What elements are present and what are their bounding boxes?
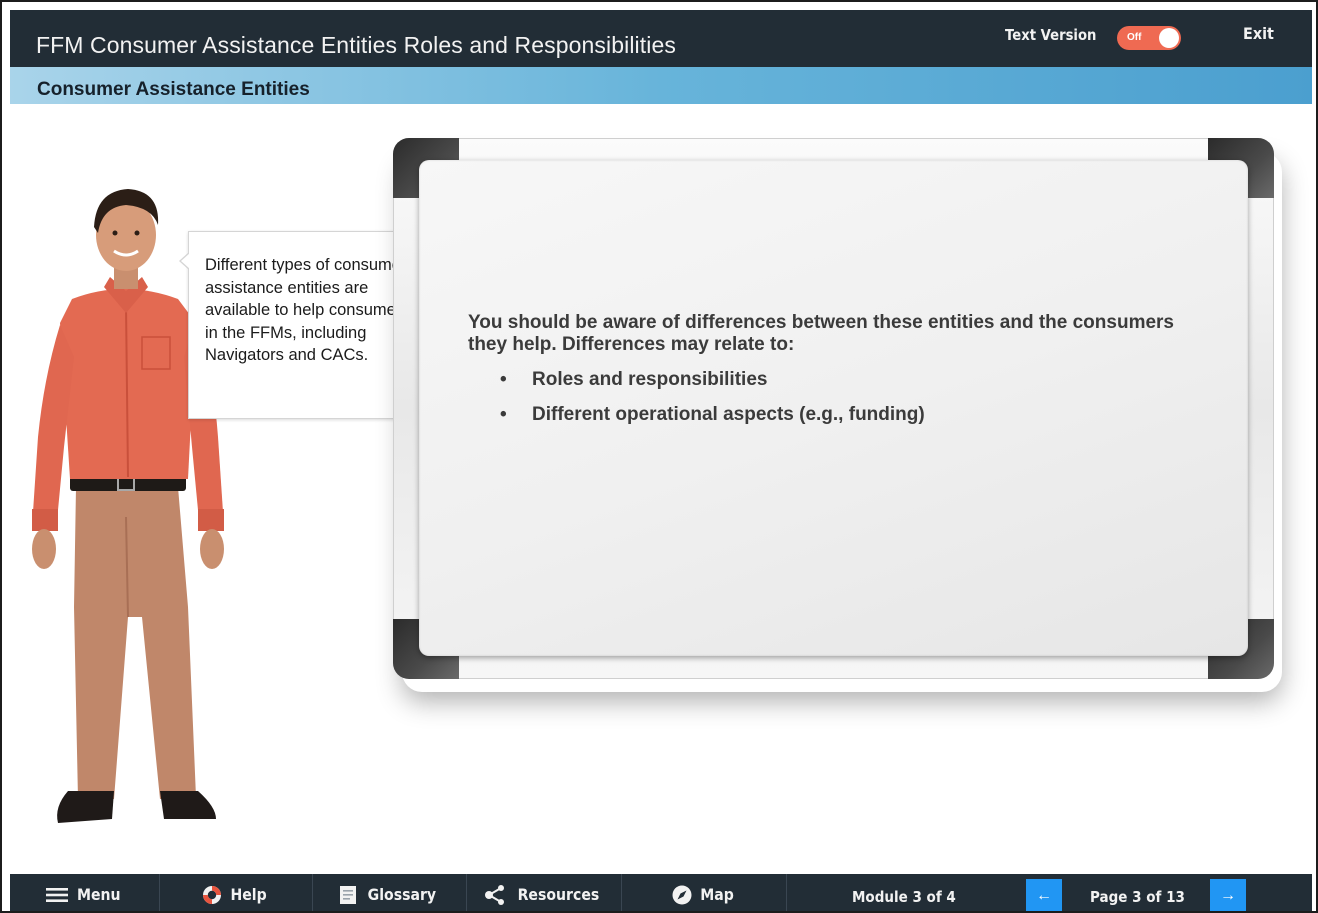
whiteboard-bullet-list: Roles and responsibilities Different ope…	[468, 368, 1188, 426]
arrow-right-icon: →	[1220, 886, 1236, 904]
glossary-book-icon	[339, 885, 357, 905]
help-button[interactable]: Help	[160, 874, 313, 911]
next-page-button[interactable]: →	[1210, 879, 1246, 911]
header-bar: FFM Consumer Assistance Entities Roles a…	[10, 10, 1312, 67]
resources-label: Resources	[517, 885, 599, 904]
arrow-left-icon: ←	[1036, 886, 1052, 904]
speech-bubble-text: Different types of consumer assistance e…	[205, 256, 410, 364]
compass-map-icon	[672, 885, 692, 905]
map-button[interactable]: Map	[622, 874, 787, 911]
lifebuoy-help-icon	[202, 885, 222, 905]
toggle-state-label: Off	[1127, 32, 1142, 43]
page-indicator: Page 3 of 13	[1090, 888, 1185, 906]
whiteboard-intro-text: You should be aware of differences betwe…	[468, 312, 1174, 355]
map-label: Map	[700, 885, 734, 904]
text-version-label: Text Version	[1005, 26, 1097, 44]
module-indicator: Module 3 of 4	[852, 888, 956, 906]
course-title: FFM Consumer Assistance Entities Roles a…	[36, 32, 676, 58]
bullet-item: Roles and responsibilities	[468, 368, 1188, 391]
footer-bar: Menu Help Glossary Resources Map Module …	[10, 874, 1312, 911]
section-bar: Consumer Assistance Entities	[10, 67, 1312, 104]
speech-bubble: Different types of consumer assistance e…	[179, 231, 414, 419]
help-label: Help	[230, 885, 268, 904]
hamburger-menu-icon	[45, 887, 68, 903]
menu-button[interactable]: Menu	[10, 874, 160, 911]
glossary-button[interactable]: Glossary	[313, 874, 467, 911]
share-resources-icon	[484, 884, 506, 905]
toggle-knob	[1159, 28, 1179, 48]
exit-button[interactable]: Exit	[1243, 24, 1274, 43]
glossary-label: Glossary	[367, 885, 436, 904]
whiteboard-content: You should be aware of differences betwe…	[468, 312, 1188, 438]
section-title: Consumer Assistance Entities	[37, 79, 310, 100]
previous-page-button[interactable]: ←	[1026, 879, 1062, 911]
menu-label: Menu	[76, 885, 121, 904]
text-version-toggle[interactable]: Off	[1117, 26, 1181, 50]
course-window: FFM Consumer Assistance Entities Roles a…	[0, 0, 1318, 913]
bullet-item: Different operational aspects (e.g., fun…	[468, 403, 1188, 426]
resources-button[interactable]: Resources	[467, 874, 622, 911]
